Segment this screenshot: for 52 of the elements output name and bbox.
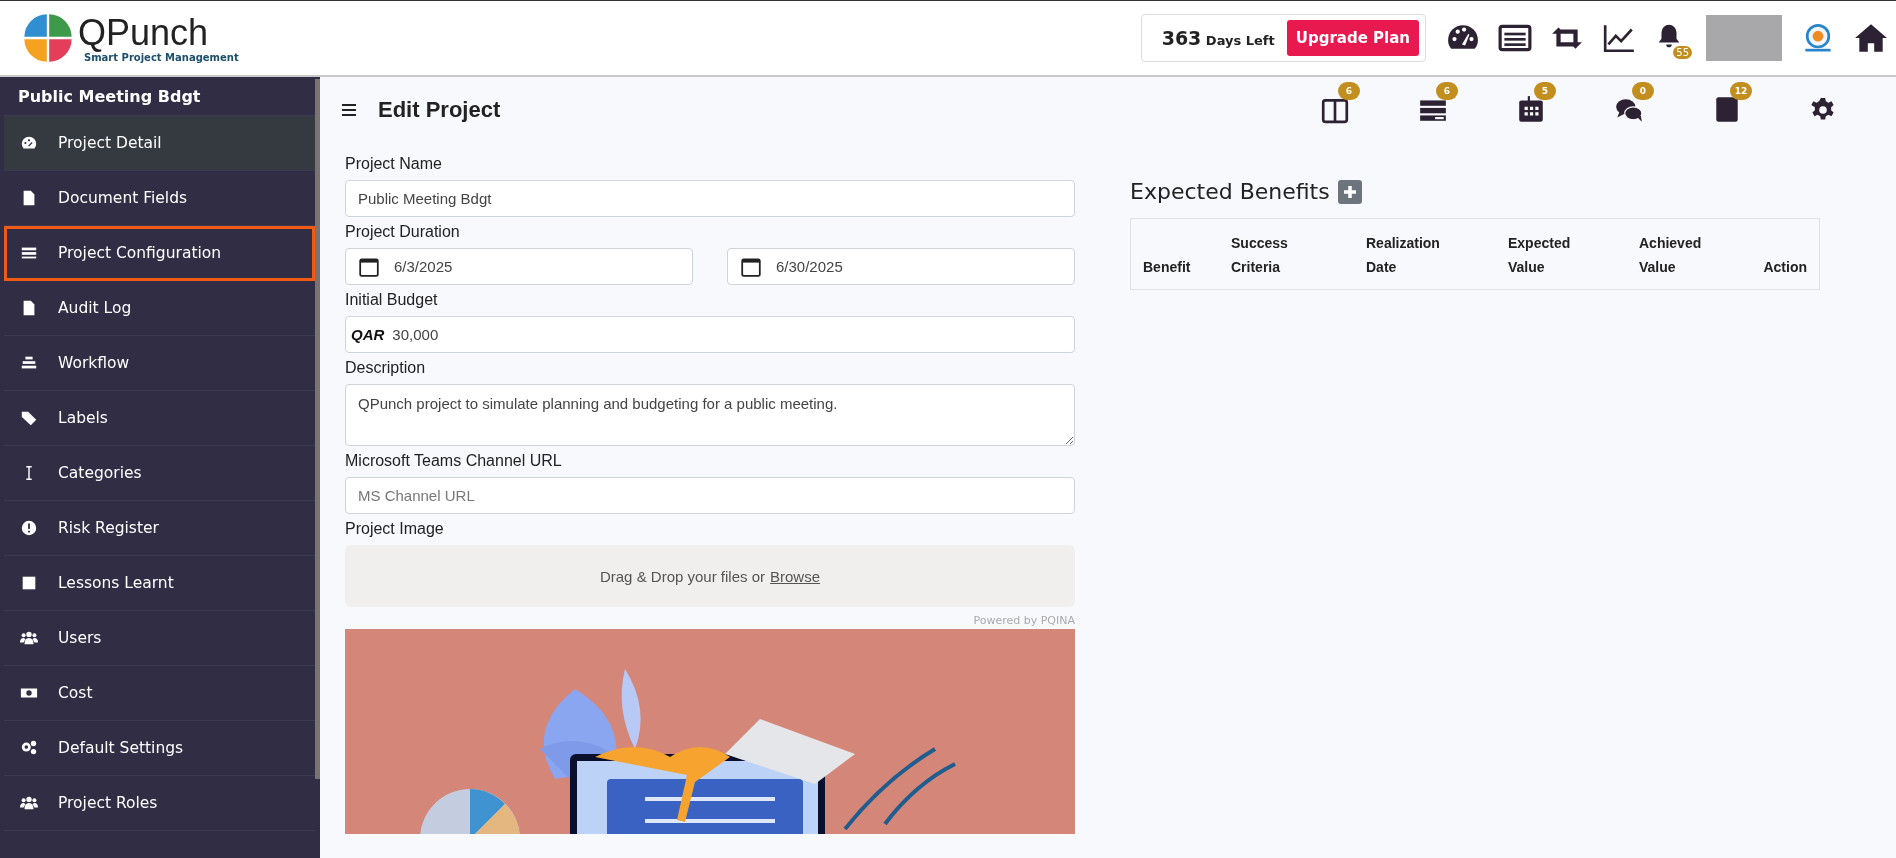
field-label: Description	[345, 359, 427, 377]
currency-label: QAR	[351, 326, 385, 343]
sidebar-item[interactable]: Project Roles	[4, 776, 315, 831]
teams-url-field[interactable]: MS Channel URL	[345, 477, 1075, 514]
file-drop-area[interactable]: Drag & Drop your files or Browse	[345, 545, 1075, 607]
column-header: Realization Date	[1366, 234, 1441, 277]
budget-field[interactable]: QAR 30,000	[345, 316, 1075, 353]
column-header: Benefit	[1143, 258, 1192, 277]
brand-tagline: Smart Project Management	[84, 51, 239, 63]
drop-text: Drag & Drop your files or	[599, 567, 765, 585]
sidebar-item[interactable]: Project Configuration	[4, 226, 315, 281]
column-header: Achieved Value	[1639, 234, 1703, 277]
brand-name: QPunch	[78, 13, 210, 52]
column-header: Success Criteria	[1231, 234, 1289, 277]
count-badge: 6	[1338, 82, 1360, 100]
powered-by-text: Powered by PQINA	[972, 614, 1075, 627]
field-label: Initial Budget	[345, 291, 439, 309]
end-date-field[interactable]: 6/30/2025	[727, 248, 1075, 285]
field-label: Project Duration	[345, 223, 461, 241]
calendar-icon	[358, 255, 380, 278]
scrollbar[interactable]	[315, 79, 320, 779]
column-header: Action	[1763, 258, 1807, 277]
calendar-icon[interactable]	[1516, 94, 1546, 124]
users-icon	[20, 629, 38, 647]
project-name-field[interactable]: Public Meeting Bdgt	[345, 180, 1075, 217]
budget-value: 30,000	[392, 326, 439, 343]
days-left: 363 Days Left	[1161, 27, 1275, 49]
square-icon	[20, 574, 38, 592]
page-title: Edit Project	[378, 97, 501, 123]
logo-icon	[22, 12, 74, 64]
column-header: Expected Value	[1508, 234, 1572, 277]
browse-link[interactable]: Browse	[770, 567, 821, 585]
count-badge: 0	[1632, 82, 1654, 100]
gears-icon	[20, 739, 38, 757]
start-date-field[interactable]: 6/3/2025	[345, 248, 693, 285]
menu-icon[interactable]	[342, 103, 358, 117]
add-button[interactable]	[1337, 179, 1362, 204]
exclamation-icon	[20, 519, 38, 537]
tag-icon	[20, 409, 38, 427]
field-label: Project Image	[345, 520, 445, 538]
count-badge: 12	[1730, 82, 1752, 100]
field-label: Project Name	[345, 155, 443, 173]
users-icon	[20, 794, 38, 812]
notification-badge: 55	[1673, 46, 1692, 59]
section-title: Expected Benefits	[1130, 179, 1330, 204]
upgrade-button[interactable]: Upgrade Plan	[1286, 20, 1419, 56]
calendar-icon	[740, 255, 762, 278]
description-field[interactable]: QPunch project to simulate planning and budgeting for a public meeting.	[345, 384, 1075, 446]
sidebar-item[interactable]: Project Detail	[4, 116, 315, 171]
field-label: Microsoft Teams Channel URL	[345, 452, 563, 470]
count-badge: 5	[1534, 82, 1556, 100]
count-badge: 6	[1436, 82, 1458, 100]
